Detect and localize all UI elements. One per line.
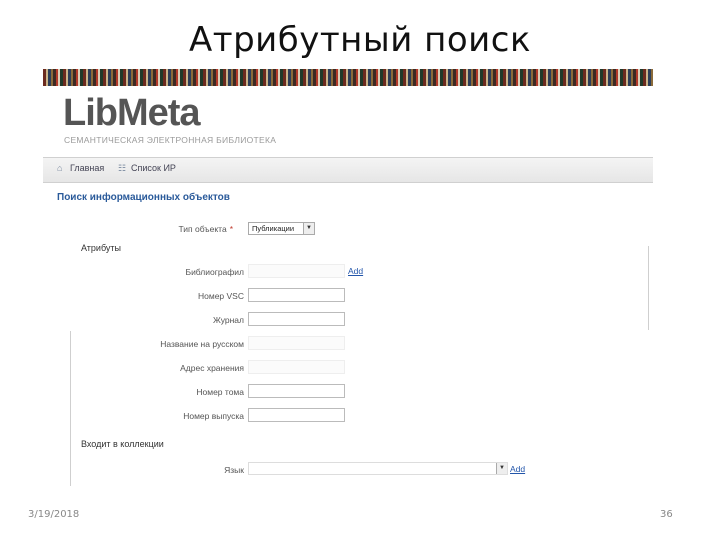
bibliographer-add-link[interactable]: Add	[348, 266, 363, 276]
journal-input[interactable]	[248, 312, 345, 326]
home-icon: ⌂	[57, 163, 63, 173]
language-select[interactable]: ▼	[248, 462, 508, 475]
object-type-select[interactable]: Публикации ▼	[248, 222, 315, 235]
vsc-number-input[interactable]	[248, 288, 345, 302]
divider-line	[70, 331, 71, 486]
header: LibMeta СЕМАНТИЧЕСКАЯ ЭЛЕКТРОННАЯ БИБЛИО…	[43, 86, 653, 156]
bookshelf-banner	[43, 69, 653, 86]
chevron-down-icon: ▼	[303, 223, 314, 234]
collection-section-title: Входит в коллекции	[81, 439, 164, 449]
app-subtitle: СЕМАНТИЧЕСКАЯ ЭЛЕКТРОННАЯ БИБЛИОТЕКА	[64, 135, 277, 145]
screenshot-frame: LibMeta СЕМАНТИЧЕСКАЯ ЭЛЕКТРОННАЯ БИБЛИО…	[43, 69, 653, 487]
object-type-label: Тип объекта *	[178, 224, 233, 234]
field-label-vsc-number: Номер VSC	[197, 291, 244, 301]
storage-address-input[interactable]	[248, 360, 345, 374]
title-russian-input[interactable]	[248, 336, 345, 350]
field-label-title-russian: Название на русском	[160, 339, 244, 349]
field-label-language: Язык	[224, 465, 244, 475]
field-label-journal: Журнал	[212, 315, 244, 325]
slide-title: Атрибутный поиск	[189, 20, 531, 60]
attributes-section-title: Атрибуты	[81, 243, 122, 253]
nav-item-resource-list[interactable]: ☷ Список ИР	[118, 163, 176, 173]
divider-line	[648, 246, 649, 330]
issue-number-input[interactable]	[248, 408, 345, 422]
app-logo[interactable]: LibMeta	[63, 92, 201, 135]
field-label-bibliographer: Библиографил	[185, 267, 244, 277]
slide-page-number: 36	[660, 509, 673, 520]
field-label-storage-address: Адрес хранения	[180, 363, 244, 373]
chevron-down-icon: ▼	[496, 463, 507, 474]
field-label-volume-number: Номер тома	[196, 387, 244, 397]
language-add-link[interactable]: Add	[510, 464, 525, 474]
nav-item-label: Список ИР	[131, 163, 176, 173]
field-label-issue-number: Номер выпуска	[183, 411, 244, 421]
nav-bar: ⌂ Главная ☷ Список ИР	[43, 157, 653, 183]
nav-item-home[interactable]: ⌂ Главная	[57, 163, 104, 173]
object-type-value: Публикации	[252, 224, 295, 233]
nav-item-label: Главная	[70, 163, 105, 173]
list-icon: ☷	[118, 163, 127, 173]
slide-date: 3/19/2018	[28, 509, 80, 520]
required-mark: *	[229, 224, 233, 234]
volume-number-input[interactable]	[248, 384, 345, 398]
page-title: Поиск информационных объектов	[57, 192, 230, 203]
bibliographer-input[interactable]	[248, 264, 345, 278]
